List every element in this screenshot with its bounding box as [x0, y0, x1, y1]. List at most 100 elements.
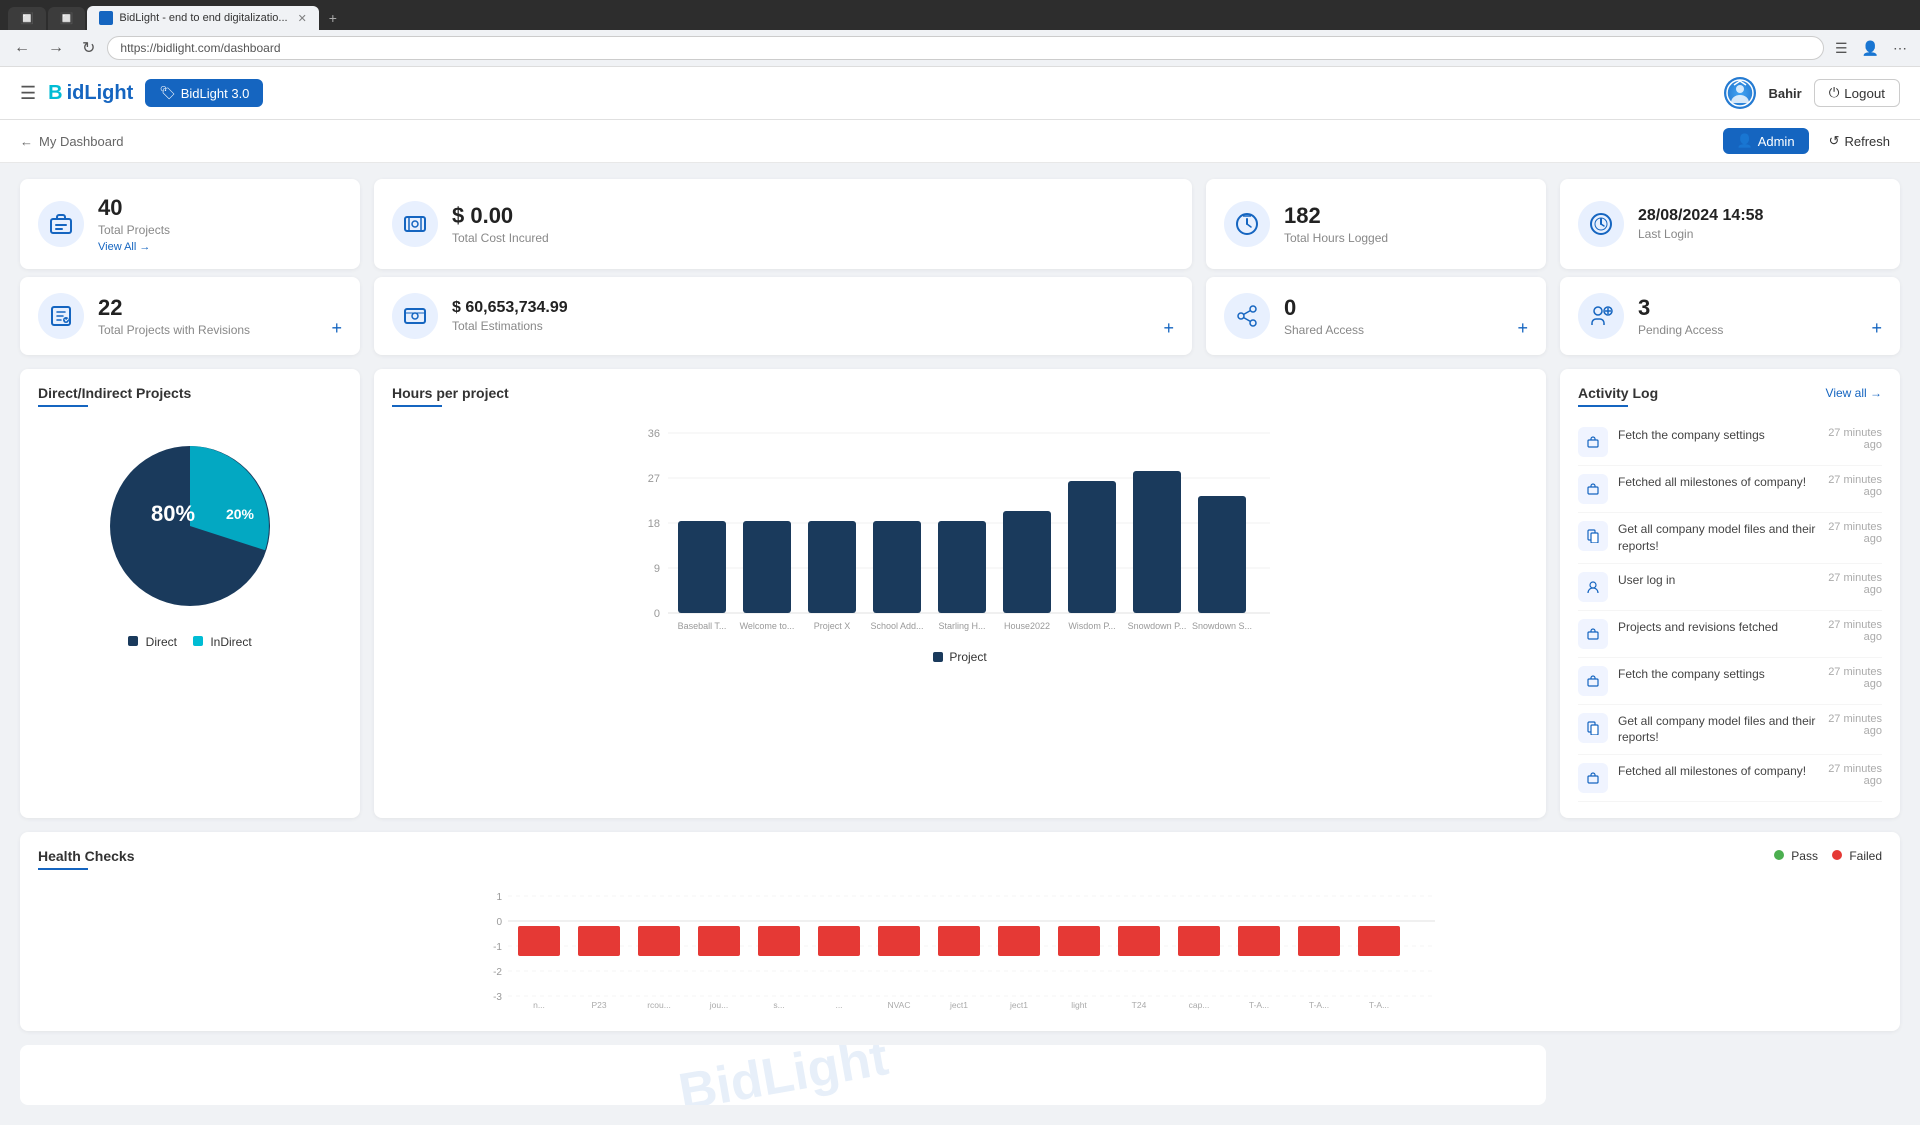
address-bar[interactable]: https://bidlight.com/dashboard: [107, 36, 1824, 60]
app-header: ☰ B idLight 🏷 BidLight 3.0 Bahir: [0, 67, 1920, 120]
svg-text:n...: n...: [533, 1000, 545, 1010]
activity-items: Fetch the company settings 27 minutesago…: [1578, 419, 1882, 802]
indirect-dot: [193, 636, 203, 646]
tab-close-icon[interactable]: ✕: [298, 12, 307, 25]
bar-chart-underline: [392, 405, 442, 407]
last-login-info: 28/08/2024 14:58 Last Login: [1638, 207, 1882, 241]
svg-text:s...: s...: [773, 1000, 784, 1010]
last-login-value: 28/08/2024 14:58: [1638, 207, 1882, 225]
svg-text:T-A...: T-A...: [1249, 1000, 1269, 1010]
login-icon-wrap: [1578, 201, 1624, 247]
pie-chart-wrap: 80% 20% Direct InDirect: [38, 421, 342, 659]
breadcrumb[interactable]: ← My Dashboard: [20, 134, 124, 149]
pie-chart-underline: [38, 405, 88, 407]
total-cost-card: $ 0.00 Total Cost Incured: [374, 179, 1192, 269]
direct-legend: Direct: [128, 635, 177, 649]
svg-text:cap...: cap...: [1189, 1000, 1210, 1010]
estimations-label: Total Estimations: [452, 319, 1149, 333]
estimations-add-icon[interactable]: +: [1163, 318, 1174, 339]
total-projects-label: Total Projects: [98, 223, 342, 237]
tab-title: BidLight - end to end digitalizatio...: [119, 12, 287, 24]
health-header: Health Checks Pass Failed: [38, 848, 1882, 864]
view-all-link[interactable]: View all →: [1826, 386, 1882, 400]
svg-text:36: 36: [648, 428, 660, 440]
health-chart-svg: 1 0 -1 -2 -3: [38, 882, 1882, 1012]
inactive-tab[interactable]: 🔲: [8, 7, 46, 30]
activity-item-6: Fetch the company settings 27 minutesago: [1578, 658, 1882, 705]
svg-text:T-A...: T-A...: [1309, 1000, 1329, 1010]
activity-icon-5: [1578, 619, 1608, 649]
shared-access-info: 0 Shared Access: [1284, 295, 1503, 337]
svg-text:House2022: House2022: [1004, 621, 1050, 631]
projects-icon-wrap: [38, 201, 84, 247]
health-title: Health Checks: [38, 848, 134, 864]
svg-text:ject1: ject1: [1009, 1000, 1028, 1010]
bidlight-version-button[interactable]: 🏷 BidLight 3.0: [145, 79, 263, 107]
view-all-projects-link[interactable]: View All →: [98, 241, 342, 253]
back-icon: ←: [20, 134, 33, 149]
logout-button[interactable]: ⏻ Logout: [1814, 79, 1900, 107]
back-button[interactable]: ←: [8, 37, 36, 59]
cost-icon-wrap: [392, 201, 438, 247]
direct-dot: [128, 636, 138, 646]
forward-button[interactable]: →: [42, 37, 70, 59]
revisions-add-icon[interactable]: +: [331, 318, 342, 339]
hours-icon-wrap: [1224, 201, 1270, 247]
pass-dot: [1774, 850, 1784, 860]
svg-text:...: ...: [835, 1000, 842, 1010]
bid-icon: 🏷: [159, 85, 176, 101]
svg-text:0: 0: [496, 917, 502, 928]
shared-add-icon[interactable]: +: [1517, 318, 1528, 339]
estimations-card: $ 60,653,734.99 Total Estimations +: [374, 277, 1192, 355]
revisions-icon-wrap: [38, 293, 84, 339]
fail-legend: Failed: [1832, 849, 1882, 863]
extensions-button[interactable]: ☰: [1830, 37, 1853, 60]
activity-item: Fetch the company settings 27 minutesago: [1578, 419, 1882, 466]
pending-add-icon[interactable]: +: [1871, 318, 1882, 339]
new-tab-button[interactable]: +: [321, 6, 345, 30]
active-tab[interactable]: BidLight - end to end digitalizatio... ✕: [87, 6, 318, 30]
admin-icon: 👤: [1737, 133, 1753, 149]
direct-label: Direct: [146, 635, 177, 649]
activity-item-8: Fetched all milestones of company! 27 mi…: [1578, 755, 1882, 802]
activity-underline: [1578, 405, 1628, 407]
admin-button[interactable]: 👤 Admin: [1723, 128, 1809, 154]
bar-chart-title: Hours per project: [392, 385, 1528, 401]
activity-time-8: 27 minutesago: [1828, 763, 1882, 787]
pending-access-label: Pending Access: [1638, 323, 1857, 337]
estimations-icon: [403, 304, 427, 328]
briefcase-icon-2: [1586, 482, 1600, 496]
total-cost-info: $ 0.00 Total Cost Incured: [452, 203, 1174, 245]
bar-chart-legend: Project: [392, 650, 1528, 664]
header-actions: 👤 Admin ↺ Refresh: [1723, 128, 1900, 154]
sidebar-toggle[interactable]: ☰: [20, 83, 36, 104]
inactive-tab-2[interactable]: 🔲: [48, 7, 86, 30]
sub-header: ← My Dashboard 👤 Admin ↺ Refresh: [0, 120, 1920, 163]
activity-time-7: 27 minutesago: [1828, 713, 1882, 737]
refresh-button[interactable]: ↺ Refresh: [1819, 128, 1900, 154]
health-legend: Pass Failed: [1774, 849, 1882, 863]
reload-button[interactable]: ↻: [76, 36, 101, 60]
activity-icon-7: [1578, 713, 1608, 743]
logout-icon: ⏻: [1829, 85, 1840, 101]
indirect-legend: InDirect: [193, 635, 252, 649]
total-projects-card: 40 Total Projects View All →: [20, 179, 360, 269]
activity-icon-6: [1578, 666, 1608, 696]
menu-button[interactable]: ⋯: [1888, 37, 1912, 60]
bid-button-label: BidLight 3.0: [181, 86, 250, 101]
total-projects-value: 40: [98, 195, 342, 221]
activity-time-1: 27 minutesago: [1828, 427, 1882, 451]
bar-legend-dot: [933, 652, 943, 662]
profile-button[interactable]: 👤: [1857, 37, 1884, 60]
activity-item-2: Fetched all milestones of company! 27 mi…: [1578, 466, 1882, 513]
pie-chart-svg: 80% 20%: [95, 431, 285, 621]
pending-icon: [1589, 304, 1613, 328]
revisions-card: 22 Total Projects with Revisions +: [20, 277, 360, 355]
admin-label: Admin: [1758, 134, 1795, 149]
svg-text:80%: 80%: [151, 501, 195, 526]
activity-icon-4: [1578, 572, 1608, 602]
files-icon: [1586, 529, 1600, 543]
activity-time-2: 27 minutesago: [1828, 474, 1882, 498]
svg-text:School Add...: School Add...: [870, 621, 923, 631]
estimations-icon-wrap: [392, 293, 438, 339]
